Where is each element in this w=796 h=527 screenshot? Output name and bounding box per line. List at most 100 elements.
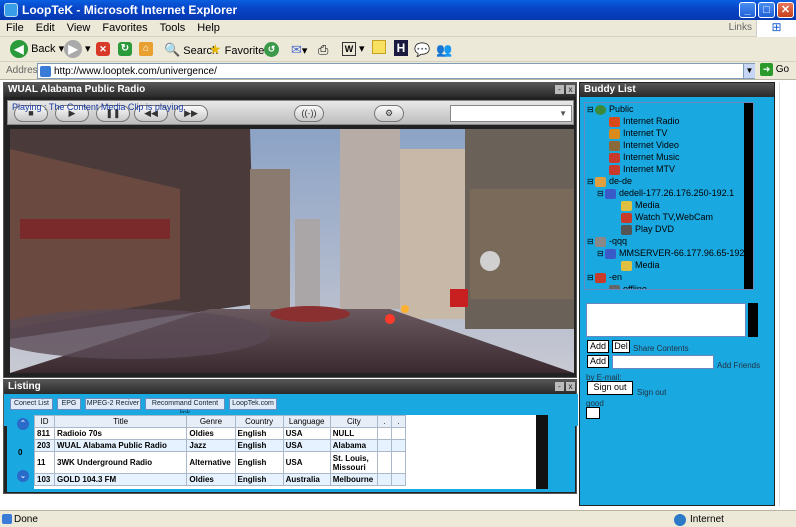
sign-out-button[interactable]: Sign out xyxy=(587,381,633,395)
menu-file[interactable]: File xyxy=(0,20,30,34)
cell-title: GOLD 104.3 FM xyxy=(54,473,188,486)
column-country[interactable]: Country xyxy=(234,415,284,428)
h-button[interactable]: H xyxy=(394,40,408,59)
add-friend-button[interactable]: Add xyxy=(587,355,609,368)
panel-close-button[interactable]: x xyxy=(566,382,575,391)
table-row[interactable]: 811 Radioio 70s Oldies English USA NULL xyxy=(34,427,406,440)
column-extra-1[interactable]: . xyxy=(376,415,392,428)
column-language[interactable]: Language xyxy=(282,415,331,428)
menu-help[interactable]: Help xyxy=(191,20,226,34)
friend-email-input[interactable] xyxy=(612,355,714,369)
panel-minimize-button[interactable]: - xyxy=(555,382,564,391)
cell-genre: Alternative xyxy=(186,451,236,474)
menu-view[interactable]: View xyxy=(61,20,97,34)
column-id[interactable]: ID xyxy=(34,415,56,428)
tree-node-public[interactable]: ⊟ Public xyxy=(587,104,634,115)
tab-recommand-content-link[interactable]: Recommand Content link xyxy=(145,398,225,417)
tree-item-internet-music[interactable]: Internet Music xyxy=(609,152,680,163)
history-button[interactable]: ↺ xyxy=(264,40,279,59)
delete-button[interactable]: Del xyxy=(612,340,630,353)
tree-node-qqq[interactable]: ⊟ -qqq xyxy=(587,236,627,247)
settings-button[interactable]: ⚙ xyxy=(374,105,404,122)
tree-item-internet-tv[interactable]: Internet TV xyxy=(609,128,667,139)
tree-scrollbar[interactable] xyxy=(744,103,753,289)
page-scrollbar[interactable] xyxy=(779,82,794,506)
page-indicator: 0 xyxy=(18,448,23,457)
tree-item-media[interactable]: Media xyxy=(621,200,660,211)
table-scrollbar[interactable] xyxy=(536,415,548,489)
tree-node-mmserver-host[interactable]: ⊟ MMSERVER-66.177.96.65-192 xyxy=(597,248,744,259)
tree-item-media[interactable]: Media xyxy=(621,260,660,271)
print-button[interactable]: ⎙ xyxy=(318,40,328,59)
cell-id: 103 xyxy=(34,473,56,486)
tree-item-watch-tv[interactable]: Watch TV,WebCam xyxy=(621,212,713,223)
menu-edit[interactable]: Edit xyxy=(30,20,61,34)
cell-city: NULL xyxy=(329,427,378,440)
signal-button[interactable]: ((·)) xyxy=(294,105,324,122)
scroll-down-icon[interactable]: ⌄ xyxy=(17,470,29,482)
maximize-button[interactable]: □ xyxy=(758,2,775,18)
column-genre[interactable]: Genre xyxy=(186,415,236,428)
tree-node-dedell-host[interactable]: ⊟ dedell-177.26.176.250-192.1 xyxy=(597,188,734,199)
user-icon xyxy=(605,248,616,259)
status-box[interactable] xyxy=(586,407,600,419)
panel-minimize-button[interactable]: - xyxy=(555,85,564,94)
home-icon: ⌂ xyxy=(139,42,153,57)
share-textarea[interactable] xyxy=(586,303,746,337)
notes-button[interactable] xyxy=(372,40,386,59)
column-city[interactable]: City xyxy=(329,415,378,428)
mail-button[interactable]: ✉▾ xyxy=(291,40,307,59)
edit-button[interactable]: W ▾ xyxy=(342,40,365,59)
tab-epg[interactable]: EPG xyxy=(57,398,81,410)
home-button[interactable]: ⌂ xyxy=(139,40,153,59)
go-button[interactable]: ➜ Go xyxy=(760,63,794,79)
refresh-button[interactable]: ↻ xyxy=(118,40,132,59)
messenger-button[interactable]: 💬 xyxy=(414,40,430,59)
table-row[interactable]: 11 3WK Underground Radio Alternative Englis… xyxy=(34,451,406,474)
table-row[interactable]: 103 GOLD 104.3 FM Oldies English Australia Me… xyxy=(34,473,406,486)
cell-language: USA xyxy=(282,451,331,474)
forward-button[interactable]: ▶ ▾ xyxy=(64,40,91,59)
volume-select[interactable]: ▼ xyxy=(450,105,572,122)
table-row[interactable]: 203 WUAL Alabama Public Radio Jazz English U… xyxy=(34,439,406,452)
video-display[interactable] xyxy=(10,129,574,373)
tab-mpeg2-reciver[interactable]: MPEG-2 Reciver xyxy=(85,398,141,410)
cell-language: Australia xyxy=(282,473,331,486)
column-title[interactable]: Title xyxy=(54,415,188,428)
links-toolbar[interactable]: Links xyxy=(729,22,752,33)
panel-close-button[interactable]: x xyxy=(566,85,575,94)
tree-node-de-de[interactable]: ⊟ de-de xyxy=(587,176,632,187)
cell-extra xyxy=(376,427,392,440)
channel-table: ID Title Genre Country Language City . .… xyxy=(34,415,406,486)
favorites-button[interactable]: ★ Favorites xyxy=(209,40,270,59)
star-icon: ★ xyxy=(209,41,222,57)
share-scrollbar[interactable] xyxy=(748,303,758,337)
tree-item-internet-mtv[interactable]: Internet MTV xyxy=(609,164,675,175)
add-button[interactable]: Add xyxy=(587,340,609,353)
address-input[interactable]: http://www.looptek.com/univergence/ xyxy=(37,63,755,79)
tree-item-internet-radio[interactable]: Internet Radio xyxy=(609,116,680,127)
cell-country: English xyxy=(234,451,284,474)
buddy-tree: ⊟ Public Internet Radio Internet TV Inter… xyxy=(584,102,754,290)
tree-item-play-dvd[interactable]: Play DVD xyxy=(621,224,674,235)
music-icon xyxy=(609,152,620,163)
tab-looptek[interactable]: LoopTek.com xyxy=(229,398,277,410)
tree-item-offline[interactable]: offline xyxy=(609,284,647,289)
tree-node-en[interactable]: ⊟ -en xyxy=(587,272,622,283)
tree-item-internet-video[interactable]: Internet Video xyxy=(609,140,679,151)
menu-tools[interactable]: Tools xyxy=(154,20,192,34)
column-extra-2[interactable]: . xyxy=(390,415,406,428)
tab-conect-list[interactable]: Conect List xyxy=(10,398,53,410)
stop-button[interactable]: ✕ xyxy=(96,40,110,59)
menu-favorites[interactable]: Favorites xyxy=(96,20,153,34)
page-icon xyxy=(40,66,51,77)
minimize-button[interactable]: _ xyxy=(739,2,756,18)
buddies-button[interactable]: 👥 xyxy=(436,40,452,59)
scroll-up-icon[interactable]: ⌃ xyxy=(17,418,29,430)
cell-country: English xyxy=(234,427,284,440)
back-button[interactable]: ◀ Back ▾ xyxy=(10,40,64,59)
address-bar: Address http://www.looptek.com/univergen… xyxy=(0,62,796,80)
cell-genre: Oldies xyxy=(186,427,236,440)
close-button[interactable]: ✕ xyxy=(777,2,794,18)
address-dropdown[interactable]: ▼ xyxy=(743,64,755,78)
